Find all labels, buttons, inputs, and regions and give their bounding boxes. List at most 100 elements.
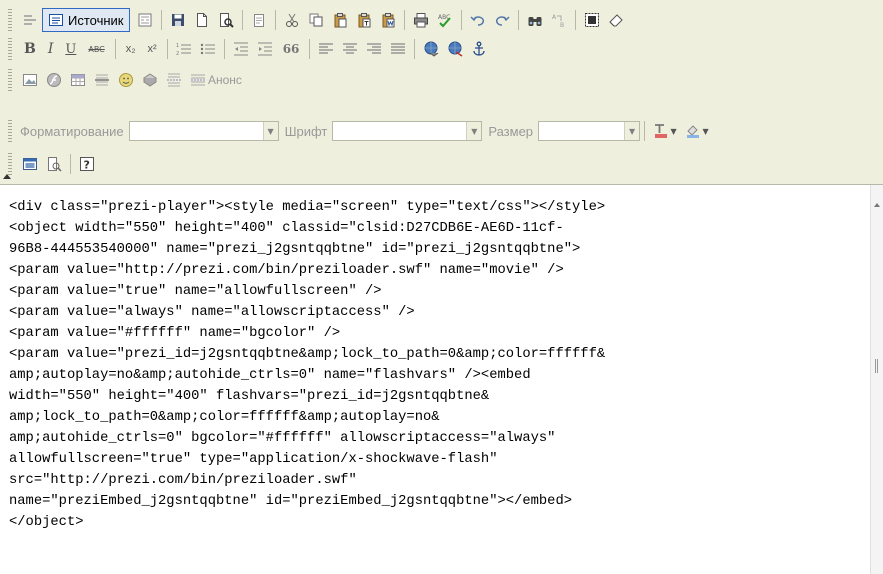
paste-clipboard-icon	[334, 13, 346, 28]
ordered-list-button[interactable]: 12	[173, 38, 195, 60]
source-button[interactable]: Источник	[42, 8, 130, 32]
svg-text:1: 1	[176, 43, 179, 49]
svg-text:B: B	[560, 22, 564, 28]
toolbar-separator	[414, 39, 416, 59]
unlink-button[interactable]	[444, 38, 466, 60]
find-button[interactable]	[524, 9, 546, 31]
toolbar-separator	[403, 10, 405, 30]
align-right-button[interactable]	[363, 38, 385, 60]
unordered-list-icon	[200, 43, 215, 55]
justify-icon	[391, 43, 406, 54]
copy-button[interactable]	[305, 9, 327, 31]
underline-button[interactable]: U	[60, 38, 81, 60]
horizontal-rule-button[interactable]	[91, 69, 113, 91]
hide-icon-button[interactable]	[19, 9, 41, 31]
smiley-button[interactable]	[115, 69, 137, 91]
blockquote-button[interactable]: 66	[278, 38, 305, 60]
anons-button[interactable]: Анонс	[187, 69, 245, 91]
toggle-toolbar-icon	[24, 15, 36, 25]
scrollbar-thumb[interactable]	[875, 359, 879, 373]
text-color-button[interactable]: ▼	[650, 120, 680, 142]
select-all-button[interactable]	[581, 9, 603, 31]
indent-button[interactable]	[254, 38, 276, 60]
preview-button[interactable]	[215, 9, 237, 31]
spellcheck-button[interactable]: ABC	[434, 9, 456, 31]
toolbar-separator	[274, 10, 276, 30]
outdent-button[interactable]	[230, 38, 252, 60]
source-line: name="preziEmbed_j2gsntqqbtne" id="prezi…	[9, 494, 573, 509]
table-button[interactable]	[67, 69, 89, 91]
underline-icon: U	[65, 41, 77, 57]
paste-text-icon	[358, 13, 370, 28]
toolbar-grip[interactable]	[8, 120, 12, 142]
save-icon	[171, 14, 184, 26]
subscript-button[interactable]: x₂	[121, 38, 141, 60]
toolbar-grip[interactable]	[8, 9, 12, 31]
source-line: <object width="550" height="400" classid…	[9, 221, 564, 236]
strikethrough-button[interactable]: ABC	[83, 38, 109, 60]
toolbar-grip[interactable]	[8, 69, 12, 91]
align-center-button[interactable]	[339, 38, 361, 60]
flash-button[interactable]	[43, 69, 65, 91]
bold-icon: B	[24, 41, 36, 57]
anchor-button[interactable]	[468, 38, 490, 60]
unordered-list-button[interactable]	[197, 38, 219, 60]
toolbar-grip[interactable]	[8, 153, 12, 175]
toolbar-separator	[114, 39, 116, 59]
source-line: <param value="http://prezi.com/bin/prezi…	[9, 263, 564, 278]
editor-toolbar: Источник ABC A B B I U ABC x₂ x² 1 2 66 …	[0, 0, 883, 185]
collapse-toolbar-icon[interactable]	[3, 174, 11, 179]
show-blocks-button[interactable]	[43, 153, 65, 175]
format-select[interactable]: ▼	[128, 121, 279, 141]
superscript-button[interactable]: x²	[143, 38, 162, 60]
preview-icon	[219, 13, 234, 28]
bold-button[interactable]: B	[19, 38, 41, 60]
redo-icon	[495, 16, 510, 26]
image-button[interactable]	[19, 69, 41, 91]
source-textarea[interactable]: <div class="prezi-player"><style media="…	[0, 185, 870, 574]
align-left-button[interactable]	[315, 38, 337, 60]
source-line: <param value="true" name="allowfullscree…	[9, 284, 382, 299]
replace-button[interactable]: AB	[548, 9, 570, 31]
link-button[interactable]	[420, 38, 442, 60]
toolbar-separator	[223, 39, 225, 59]
format-value	[130, 122, 263, 140]
toolbar-row-5: ?	[8, 150, 99, 178]
paste-from-template-button[interactable]	[248, 9, 270, 31]
redo-button[interactable]	[491, 9, 513, 31]
replace-icon: AB	[552, 14, 564, 28]
subscript-icon: x₂	[125, 43, 136, 55]
source-line: <param value="#ffffff" name="bgcolor" />	[9, 326, 341, 341]
source-line: <div class="prezi-player"><style media="…	[9, 200, 606, 215]
about-button[interactable]: ?	[76, 153, 98, 175]
vertical-scrollbar[interactable]	[870, 185, 883, 574]
smiley-icon	[119, 73, 133, 87]
about-icon: ?	[80, 157, 94, 172]
remove-format-button[interactable]	[605, 9, 627, 31]
maximize-button[interactable]	[19, 153, 41, 175]
horizontal-rule-icon	[95, 74, 109, 86]
templates-button[interactable]	[134, 9, 156, 31]
italic-button[interactable]: I	[43, 38, 59, 60]
new-page-button[interactable]	[191, 9, 213, 31]
background-color-button[interactable]: ▼	[682, 120, 712, 142]
save-button[interactable]	[167, 9, 189, 31]
toolbar-grip[interactable]	[8, 38, 12, 60]
undo-button[interactable]	[467, 9, 489, 31]
scroll-up-arrow-icon[interactable]	[874, 203, 880, 207]
justify-button[interactable]	[387, 38, 409, 60]
size-select[interactable]: ▼	[538, 121, 641, 141]
paste-word-button[interactable]	[377, 9, 399, 31]
font-select[interactable]: ▼	[332, 121, 483, 141]
spellcheck-icon: ABC	[438, 14, 451, 28]
special-char-button[interactable]	[139, 69, 161, 91]
paste-text-button[interactable]	[353, 9, 375, 31]
page-break-button[interactable]	[163, 69, 185, 91]
select-all-icon	[584, 13, 599, 27]
print-button[interactable]	[410, 9, 432, 31]
indent-icon	[257, 42, 272, 56]
toolbar-separator	[517, 10, 519, 30]
toolbar-separator	[644, 121, 646, 141]
paste-button[interactable]	[329, 9, 351, 31]
cut-button[interactable]	[281, 9, 303, 31]
